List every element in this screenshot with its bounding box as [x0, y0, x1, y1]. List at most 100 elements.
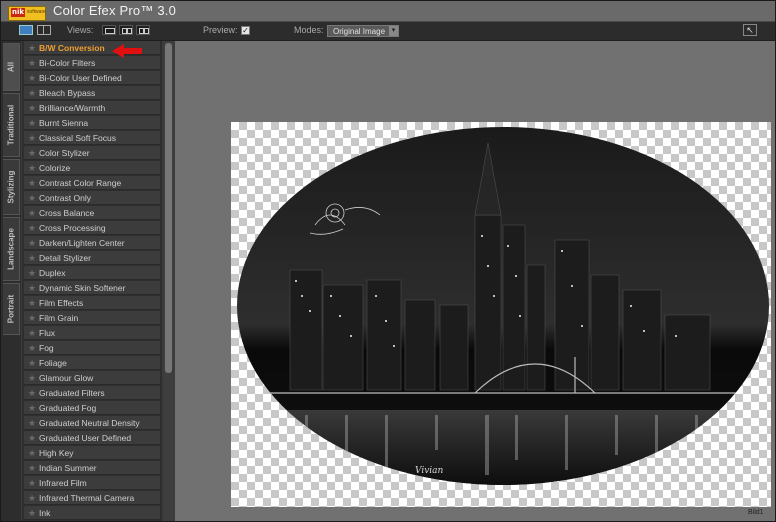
- filter-label: Flux: [39, 328, 56, 338]
- star-icon[interactable]: ★: [28, 327, 36, 339]
- star-icon[interactable]: ★: [28, 387, 36, 399]
- star-icon[interactable]: ★: [28, 147, 36, 159]
- filter-item[interactable]: ★ Graduated User Defined: [24, 431, 160, 445]
- star-icon[interactable]: ★: [28, 237, 36, 249]
- app-title: Color Efex Pro™ 3.0: [53, 3, 177, 18]
- filter-item[interactable]: ★ Flux: [24, 326, 160, 340]
- star-icon[interactable]: ★: [28, 57, 36, 69]
- pointer-tool-icon[interactable]: ↖: [743, 24, 757, 36]
- filter-label: Graduated Filters: [39, 388, 105, 398]
- filter-item[interactable]: ★ Detail Stylizer: [24, 251, 160, 265]
- filter-label: Bleach Bypass: [39, 88, 96, 98]
- view-split-button[interactable]: [119, 25, 133, 35]
- filter-item[interactable]: ★ Cross Balance: [24, 206, 160, 220]
- star-icon[interactable]: ★: [28, 192, 36, 204]
- preview-checkbox[interactable]: ✓: [241, 26, 250, 35]
- filter-label: Graduated User Defined: [39, 433, 132, 443]
- star-icon[interactable]: ★: [28, 42, 36, 54]
- star-icon[interactable]: ★: [28, 102, 36, 114]
- filter-label: Graduated Neutral Density: [39, 418, 140, 428]
- star-icon[interactable]: ★: [28, 267, 36, 279]
- filter-item[interactable]: ★ Foliage: [24, 356, 160, 370]
- toolbar: Views: Preview: ✓ Modes: Original Image …: [1, 22, 775, 41]
- star-icon[interactable]: ★: [28, 162, 36, 174]
- filter-item[interactable]: ★ Darken/Lighten Center: [24, 236, 160, 250]
- star-icon[interactable]: ★: [28, 207, 36, 219]
- star-icon[interactable]: ★: [28, 447, 36, 459]
- star-icon[interactable]: ★: [28, 477, 36, 489]
- tab-traditional[interactable]: Traditional: [3, 93, 20, 157]
- filter-item[interactable]: ★ Ink: [24, 506, 160, 520]
- filter-item[interactable]: ★ Infrared Film: [24, 476, 160, 490]
- star-icon[interactable]: ★: [28, 462, 36, 474]
- logo-text: nik: [11, 8, 25, 17]
- star-icon[interactable]: ★: [28, 432, 36, 444]
- filter-item[interactable]: ★ Graduated Neutral Density: [24, 416, 160, 430]
- filter-item[interactable]: ★ Graduated Fog: [24, 401, 160, 415]
- star-icon[interactable]: ★: [28, 357, 36, 369]
- filter-item[interactable]: ★ Classical Soft Focus: [24, 131, 160, 145]
- preview-label: Preview:: [203, 25, 238, 35]
- filter-item[interactable]: ★ Bleach Bypass: [24, 86, 160, 100]
- star-icon[interactable]: ★: [28, 252, 36, 264]
- filter-item[interactable]: ★ Film Grain: [24, 311, 160, 325]
- star-icon[interactable]: ★: [28, 87, 36, 99]
- star-icon[interactable]: ★: [28, 72, 36, 84]
- star-icon[interactable]: ★: [28, 222, 36, 234]
- filter-item[interactable]: ★ Infrared Thermal Camera: [24, 491, 160, 505]
- filter-item[interactable]: ★ Contrast Only: [24, 191, 160, 205]
- filter-item[interactable]: ★ Burnt Sienna: [24, 116, 160, 130]
- scrollbar-thumb[interactable]: [165, 43, 172, 373]
- filter-label: Dynamic Skin Softener: [39, 283, 126, 293]
- star-icon[interactable]: ★: [28, 402, 36, 414]
- filter-item[interactable]: ★ Indian Summer: [24, 461, 160, 475]
- tab-label: All: [6, 61, 16, 73]
- star-icon[interactable]: ★: [28, 342, 36, 354]
- filter-item[interactable]: ★ Film Effects: [24, 296, 160, 310]
- view-single-button[interactable]: [102, 25, 116, 35]
- star-icon[interactable]: ★: [28, 372, 36, 384]
- star-icon[interactable]: ★: [28, 297, 36, 309]
- filter-label: Bi-Color Filters: [39, 58, 96, 68]
- filter-item[interactable]: ★ Contrast Color Range: [24, 176, 160, 190]
- tab-portrait[interactable]: Portrait: [3, 283, 20, 335]
- tab-stylizing[interactable]: Stylizing: [3, 159, 20, 215]
- star-icon[interactable]: ★: [28, 492, 36, 504]
- logo-sub: software: [27, 9, 46, 15]
- filter-item[interactable]: ★ Cross Processing: [24, 221, 160, 235]
- filter-label: Film Grain: [39, 313, 79, 323]
- filter-item[interactable]: ★ Bi-Color User Defined: [24, 71, 160, 85]
- single-panel-icon[interactable]: [19, 25, 33, 35]
- filter-label: B/W Conversion: [39, 43, 105, 53]
- star-icon[interactable]: ★: [28, 117, 36, 129]
- star-icon[interactable]: ★: [28, 417, 36, 429]
- tab-all[interactable]: All: [3, 43, 20, 91]
- split-panel-icon[interactable]: [37, 25, 51, 35]
- filter-list-scrollbar[interactable]: [164, 41, 173, 521]
- filter-item[interactable]: ★ Graduated Filters: [24, 386, 160, 400]
- filter-item[interactable]: ★ Fog: [24, 341, 160, 355]
- view-side-by-side-button[interactable]: [136, 25, 150, 35]
- red-arrow-icon: [112, 44, 142, 58]
- star-icon[interactable]: ★: [28, 132, 36, 144]
- filter-item[interactable]: ★ Duplex: [24, 266, 160, 280]
- filter-label: Duplex: [39, 268, 66, 278]
- modes-label: Modes:: [294, 25, 324, 35]
- filter-item[interactable]: ★ Dynamic Skin Softener: [24, 281, 160, 295]
- star-icon[interactable]: ★: [28, 507, 36, 519]
- filter-label: Ink: [39, 508, 51, 518]
- filter-item[interactable]: ★ Colorize: [24, 161, 160, 175]
- filter-item[interactable]: ★ Brilliance/Warmth: [24, 101, 160, 115]
- filter-label: Brilliance/Warmth: [39, 103, 106, 113]
- tab-landscape[interactable]: Landscape: [3, 217, 20, 281]
- filter-item[interactable]: ★ Glamour Glow: [24, 371, 160, 385]
- filter-label: High Key: [39, 448, 74, 458]
- filter-item[interactable]: ★ Color Stylizer: [24, 146, 160, 160]
- preview-canvas[interactable]: Vivian: [175, 41, 775, 521]
- star-icon[interactable]: ★: [28, 177, 36, 189]
- star-icon[interactable]: ★: [28, 282, 36, 294]
- star-icon[interactable]: ★: [28, 312, 36, 324]
- tab-label: Stylizing: [6, 170, 16, 204]
- modes-select[interactable]: Original Image ▾: [327, 25, 399, 37]
- filter-item[interactable]: ★ High Key: [24, 446, 160, 460]
